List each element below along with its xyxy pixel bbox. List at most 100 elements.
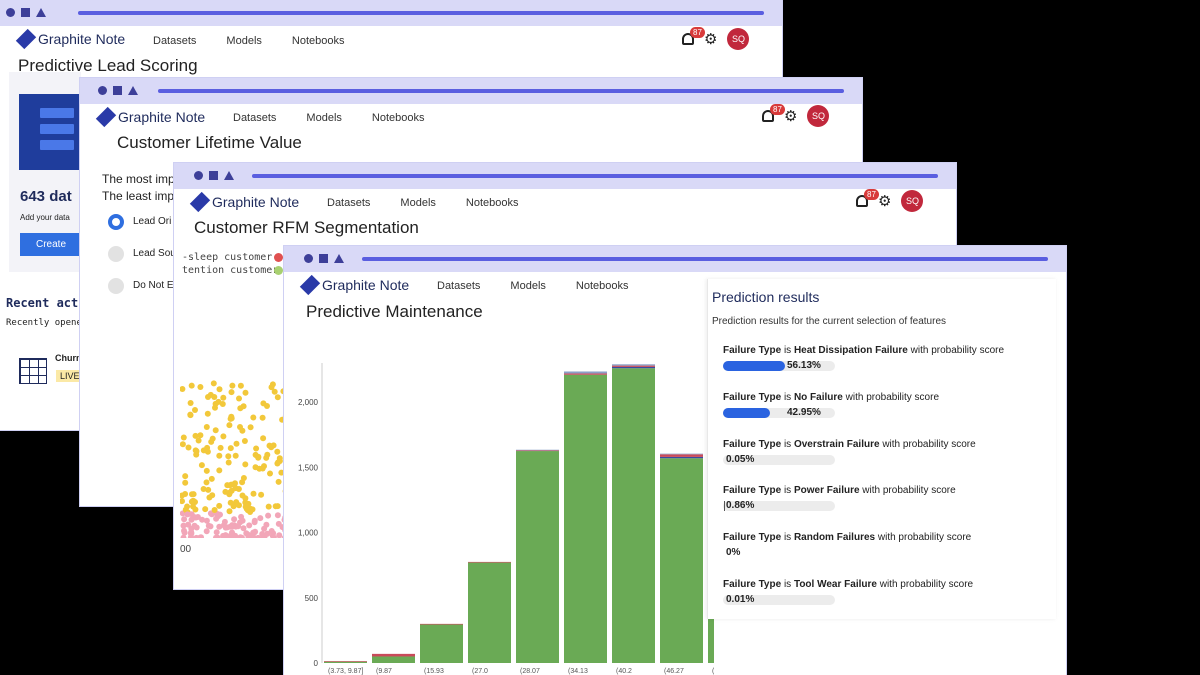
circle-icon[interactable] [6, 8, 15, 17]
scatter-point [204, 448, 211, 455]
prediction-label: Failure Type [723, 439, 782, 450]
recent-item-name[interactable]: Churn [55, 353, 82, 363]
address-bar[interactable] [158, 89, 844, 93]
bar-segment[interactable] [516, 451, 559, 663]
scatter-point [181, 527, 187, 534]
scatter-point [237, 382, 244, 389]
address-bar[interactable] [252, 174, 938, 178]
bar-segment[interactable] [324, 661, 367, 662]
bar-segment[interactable] [324, 661, 367, 663]
nav-datasets[interactable]: Datasets [327, 197, 370, 209]
probability-score: 0.05% [726, 454, 755, 465]
scatter-point [211, 394, 218, 400]
avatar[interactable]: SQ [727, 28, 750, 50]
gear-icon[interactable]: ⚙ [784, 109, 797, 124]
bar-segment[interactable] [516, 449, 559, 451]
create-button[interactable]: Create [20, 233, 82, 256]
triangle-icon[interactable] [36, 8, 46, 17]
brand[interactable]: Graphite Note [15, 28, 125, 50]
probability-bar: 0% [723, 547, 835, 558]
scatter-point [241, 438, 248, 444]
scatter-point [216, 467, 223, 474]
bar-segment[interactable] [564, 374, 607, 663]
option-label: Lead Sou [133, 248, 176, 259]
scatter-point [247, 505, 254, 512]
radio-option[interactable] [108, 246, 124, 262]
nav-models[interactable]: Models [400, 197, 435, 209]
bell-icon[interactable]: 87 [856, 189, 879, 207]
bar-segment[interactable] [468, 561, 511, 563]
prediction-results-panel: Prediction results Prediction results fo… [707, 279, 1056, 619]
probability-score: 42.95% [787, 407, 821, 418]
radio-selected[interactable] [108, 214, 124, 230]
bar-segment[interactable] [660, 453, 703, 455]
avatar[interactable]: SQ [901, 190, 924, 212]
triangle-icon[interactable] [224, 171, 234, 180]
server-icon [19, 94, 81, 170]
prediction-label: Failure Type [723, 345, 782, 356]
scatter-point [213, 529, 220, 536]
nav-notebooks[interactable]: Notebooks [466, 197, 519, 209]
prediction-text: Failure Type is Tool Wear Failure with p… [723, 579, 1043, 590]
triangle-icon[interactable] [128, 86, 138, 95]
radio-option[interactable] [108, 278, 124, 294]
bar-segment[interactable] [612, 365, 655, 367]
bar-segment[interactable] [468, 562, 511, 663]
bar-segment[interactable] [420, 623, 463, 625]
circle-icon[interactable] [98, 86, 107, 95]
bar-segment[interactable] [372, 653, 415, 657]
square-icon[interactable] [113, 86, 122, 95]
avatar[interactable]: SQ [807, 105, 830, 127]
page-title: Customer RFM Segmentation [194, 218, 419, 237]
scatter-point [222, 488, 229, 495]
bar-segment[interactable] [372, 656, 415, 663]
bell-icon[interactable]: 87 [762, 104, 785, 122]
prediction-text: Failure Type is No Failure with probabil… [723, 392, 1043, 403]
scatter-point [228, 415, 235, 422]
bar-segment[interactable] [564, 373, 607, 375]
bar-segment[interactable] [612, 368, 655, 663]
scatter-point [276, 532, 283, 538]
circle-icon[interactable] [194, 171, 203, 180]
scatter-point [202, 506, 209, 513]
title-bar [80, 78, 862, 104]
x-tick-label: (46.27 [664, 668, 684, 675]
nav-models[interactable]: Models [226, 35, 261, 47]
scatter-point [180, 441, 186, 448]
brand[interactable]: Graphite Note [95, 106, 205, 128]
scatter-point [193, 451, 200, 458]
brand[interactable]: Graphite Note [189, 191, 299, 213]
bar-segment[interactable] [660, 454, 703, 457]
prediction-label: Failure Type [723, 485, 782, 496]
scatter-point [242, 389, 249, 396]
bell-icon[interactable]: 87 [682, 27, 705, 45]
nav-notebooks[interactable]: Notebooks [372, 112, 425, 124]
bar-segment[interactable] [420, 624, 463, 663]
prediction-type: Overstrain Failure [793, 439, 880, 450]
bar-segment[interactable] [660, 458, 703, 663]
bar-segment[interactable] [564, 371, 607, 374]
nav-datasets[interactable]: Datasets [233, 112, 276, 124]
scatter-point [246, 522, 253, 529]
nav-notebooks[interactable]: Notebooks [292, 35, 345, 47]
nav-models[interactable]: Models [306, 112, 341, 124]
gear-icon[interactable]: ⚙ [704, 32, 717, 47]
scatter-point [258, 491, 265, 498]
scatter-point [180, 434, 187, 441]
bar-segment[interactable] [708, 614, 714, 663]
prediction-suffix: with probability score [859, 485, 956, 496]
scatter-point [203, 424, 210, 430]
address-bar[interactable] [78, 11, 764, 15]
bar-segment[interactable] [612, 366, 655, 369]
probability-score: 0% [726, 547, 741, 558]
gear-icon[interactable]: ⚙ [878, 194, 891, 209]
bar-segment[interactable] [660, 456, 703, 459]
nav-datasets[interactable]: Datasets [153, 35, 196, 47]
square-icon[interactable] [209, 171, 218, 180]
bar-segment[interactable] [612, 364, 655, 366]
square-icon[interactable] [21, 8, 30, 17]
prediction-type: Power Failure [793, 485, 860, 496]
prediction-connector: is [781, 345, 794, 356]
bar-segment[interactable] [516, 450, 559, 452]
probability-fill [723, 361, 785, 371]
